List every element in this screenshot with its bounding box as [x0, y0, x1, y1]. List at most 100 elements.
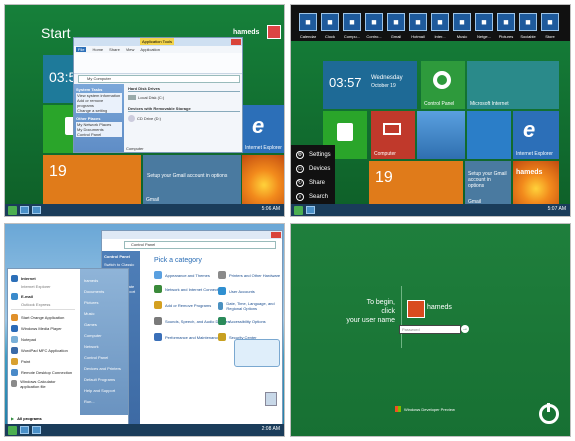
category-item[interactable]: Printers and Other Hardware	[218, 271, 280, 279]
start-menu-right-item[interactable]: Games	[84, 319, 128, 330]
hotmail-icon[interactable]: ■	[409, 13, 427, 31]
login-divider	[401, 286, 402, 348]
drive-item[interactable]: CD Drive (D:)	[128, 115, 240, 122]
control-panel-tile[interactable]: Control Panel	[421, 61, 465, 109]
taskbar-explorer-button[interactable]	[20, 206, 29, 214]
recycle-bin-icon[interactable]: Recycle Bin	[257, 392, 279, 410]
user-avatar[interactable]	[407, 300, 425, 318]
drive-list: Hard Disk Drives Local Disk (C:) Devices…	[128, 86, 240, 125]
submit-arrow-button[interactable]: →	[461, 325, 469, 333]
category-item[interactable]: User Accounts	[218, 287, 255, 295]
clock-date: October 19	[371, 83, 396, 89]
store-icon[interactable]: ■	[541, 13, 559, 31]
pinned-item[interactable]: E-mail	[11, 291, 75, 302]
start-menu-right-item[interactable]: Run...	[84, 396, 128, 407]
clock-icon[interactable]: ■	[321, 13, 339, 31]
start-menu-right-item[interactable]: Devices and Printers	[84, 363, 128, 374]
recent-item[interactable]: Notepad	[11, 334, 75, 345]
start-menu-right-item[interactable]: Pictures	[84, 297, 128, 308]
close-icon[interactable]	[231, 39, 241, 45]
start-menu-right-item[interactable]: Control Panel	[84, 352, 128, 363]
start-menu-right-item[interactable]: Network	[84, 341, 128, 352]
clock-tile[interactable]: 03:57 Wednesday October 19	[323, 61, 417, 109]
computer-tile[interactable]: Computer	[371, 111, 415, 159]
ribbon-tab-share[interactable]: Share	[109, 47, 120, 52]
taskbar-app-button[interactable]	[32, 206, 41, 214]
category-item[interactable]: Add or Remove Programs	[154, 301, 211, 309]
power-icon[interactable]	[539, 403, 559, 424]
user-avatar[interactable]	[267, 25, 281, 39]
user-name[interactable]: hameds	[233, 29, 259, 36]
category-item[interactable]: Date, Time, Language, and Regional Optio…	[218, 301, 280, 311]
recent-item[interactable]: Start Orange Application	[11, 312, 75, 323]
charm-share[interactable]: ↻ Share	[296, 179, 325, 187]
ribbon-tab-view[interactable]: View	[126, 47, 135, 52]
gmail-tile[interactable]: Setup your Gmail account in options Gmai…	[143, 155, 241, 205]
charm-search[interactable]: ⌕ Search	[296, 193, 328, 201]
start-button-icon[interactable]	[8, 205, 17, 215]
gmail-icon[interactable]: ■	[387, 13, 405, 31]
calendar-tile[interactable]: 19	[43, 155, 141, 205]
ie-icon[interactable]: ■	[431, 13, 449, 31]
sidebar-link[interactable]: Add or remove programs	[76, 98, 122, 108]
ie-tile[interactable]: e Internet Explorer	[242, 105, 284, 153]
recent-item[interactable]: Windows Media Player	[11, 323, 75, 334]
recent-item[interactable]: Windows Calculator application file	[11, 378, 75, 389]
category-item[interactable]: Appearance and Themes	[154, 271, 210, 279]
taskbar-explorer-button[interactable]	[20, 426, 29, 434]
pictures-icon[interactable]: ■	[497, 13, 515, 31]
ribbon-tab-application[interactable]: Application	[140, 47, 160, 52]
recent-item[interactable]: WordPad MFC Application	[11, 345, 75, 356]
charm-settings[interactable]: ⚙ Settings	[296, 151, 331, 159]
user-tile[interactable]: hameds	[513, 161, 559, 207]
start-menu-right-item[interactable]: Music	[84, 308, 128, 319]
charm-devices[interactable]: ▭ Devices	[296, 165, 330, 173]
ribbon-context-tab[interactable]: Application Tools	[140, 38, 174, 45]
photo-tile[interactable]	[417, 111, 465, 159]
start-button-icon[interactable]	[8, 425, 17, 435]
microsoft-tile[interactable]: Microsoft Internet	[467, 61, 559, 109]
ribbon-tab-home[interactable]: Home	[92, 47, 103, 52]
pinned-item[interactable]: Internet	[11, 273, 75, 284]
start-menu-right-item[interactable]: Documents	[84, 286, 128, 297]
music-icon[interactable]: ■	[453, 13, 471, 31]
start-menu-right-item[interactable]: Computer	[84, 330, 128, 341]
start-menu-right-item[interactable]: Default Programs	[84, 374, 128, 385]
ribbon-tab-file[interactable]: File	[76, 47, 87, 52]
address-bar[interactable]: Control Panel	[124, 241, 276, 249]
control-panel-titlebar[interactable]	[102, 231, 282, 239]
control-panel-icon[interactable]: ■	[365, 13, 383, 31]
close-icon[interactable]	[271, 232, 281, 238]
flower-photo-tile[interactable]	[242, 155, 284, 205]
recent-label: Start Orange Application	[21, 315, 65, 320]
ribbon-tabs: File Home Share View Application	[76, 47, 160, 52]
recent-item[interactable]: Remote Desktop Connection	[11, 367, 75, 378]
taskbar-control-panel-button[interactable]	[32, 426, 41, 434]
drive-item[interactable]: Local Disk (C:)	[128, 95, 240, 100]
network-icon[interactable]: ■	[475, 13, 493, 31]
computer-icon[interactable]: ■	[343, 13, 361, 31]
power-line	[547, 403, 550, 412]
all-programs-button[interactable]: ▶ All programs	[11, 416, 42, 421]
password-field[interactable]: Password	[399, 325, 461, 334]
login-user-name[interactable]: hameds	[427, 304, 452, 311]
explorer-titlebar[interactable]: Application Tools	[74, 38, 242, 46]
blue-tile[interactable]	[467, 111, 511, 159]
start-button-icon[interactable]	[294, 205, 303, 215]
category-item[interactable]: Accessibility Options	[218, 317, 266, 325]
recent-item[interactable]: Paint	[11, 356, 75, 367]
start-menu-right-item[interactable]: Help and Support	[84, 385, 128, 396]
address-bar[interactable]: My Computer	[78, 75, 240, 83]
category-item[interactable]: Performance and Maintenance	[154, 333, 220, 341]
sidebar-link[interactable]: Control Panel	[76, 132, 122, 137]
calendar-tile[interactable]: 19	[369, 161, 463, 207]
category-item[interactable]: Network and Internet Connections	[154, 285, 225, 293]
gmail-tile[interactable]: Setup your Gmail account in options Gmai…	[465, 161, 511, 207]
taskbar-explorer-button[interactable]	[306, 206, 315, 214]
ie-tile[interactable]: e Internet Explorer	[513, 111, 559, 159]
explorer-window[interactable]: Application Tools File Home Share View A…	[73, 37, 243, 153]
sidebar-link[interactable]: Change a setting	[76, 108, 122, 113]
start-menu-right-item[interactable]: hameds	[84, 275, 128, 286]
calendar-icon[interactable]: ■	[299, 13, 317, 31]
sociable-icon[interactable]: ■	[519, 13, 537, 31]
